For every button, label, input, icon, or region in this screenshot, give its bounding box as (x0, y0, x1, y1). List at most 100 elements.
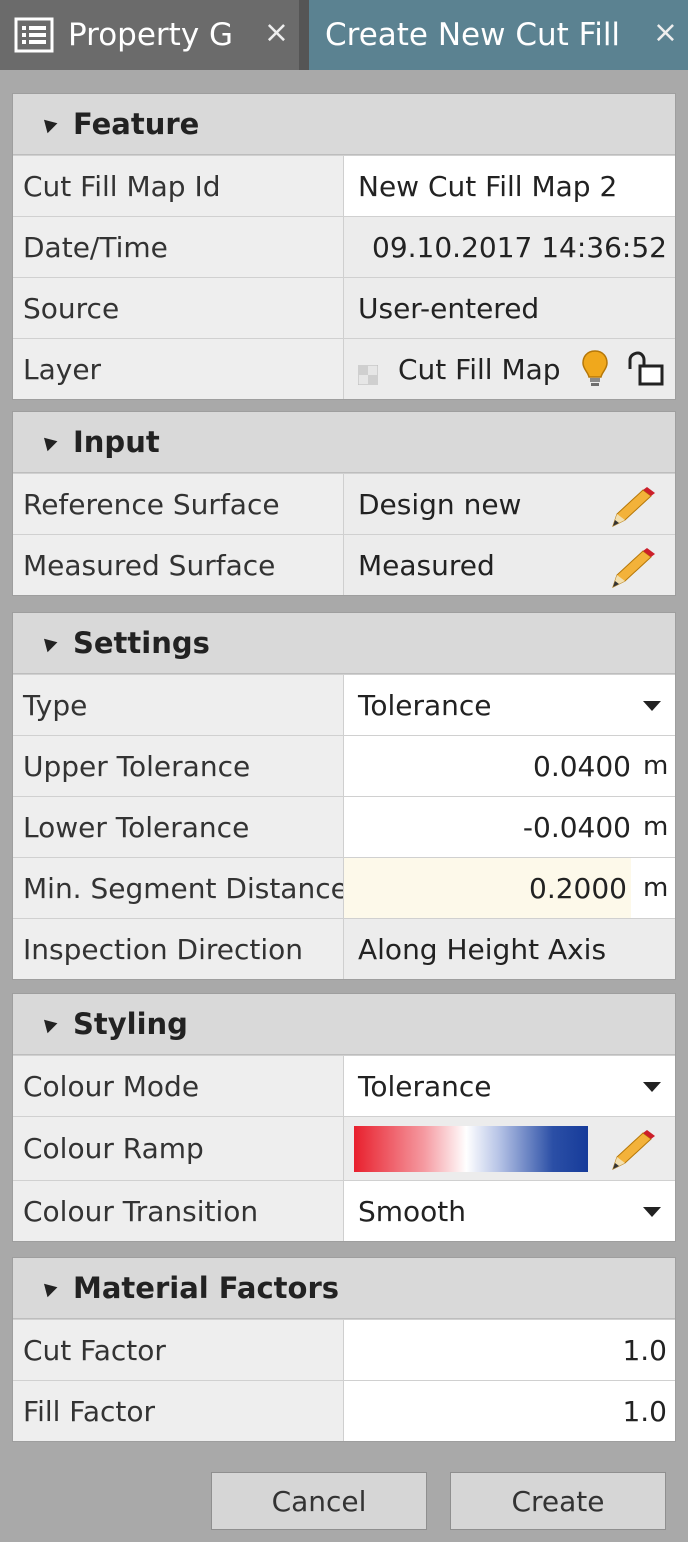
row-lower-tolerance: Lower Tolerance -0.0400 m (13, 796, 675, 857)
fill-factor-input[interactable]: 1.0 (344, 1381, 675, 1441)
list-icon (14, 17, 54, 53)
section-feature: Feature Cut Fill Map Id New Cut Fill Map… (12, 93, 676, 400)
edit-pencil-icon[interactable] (609, 1129, 657, 1171)
section-header-material-factors[interactable]: Material Factors (13, 1258, 675, 1319)
section-title: Input (73, 425, 160, 459)
lower-tolerance-input[interactable]: -0.0400 (523, 811, 631, 844)
tab-bar: Property Grid ⨯ Create New Cut Fill Map … (0, 0, 688, 70)
measured-surface-value: Measured (358, 548, 495, 582)
row-label: Type (13, 675, 344, 735)
layer-value-cell: Cut Fill Map (344, 339, 675, 399)
row-label: Source (13, 278, 344, 338)
colour-mode-selected-value: Tolerance (358, 1069, 492, 1103)
row-layer: Layer Cut Fill Map (13, 338, 675, 399)
cut-factor-input[interactable]: 1.0 (344, 1320, 675, 1380)
row-colour-mode: Colour Mode Tolerance (13, 1055, 675, 1116)
row-label: Colour Transition (13, 1181, 344, 1241)
tab-create-cut-fill-map[interactable]: Create New Cut Fill Map ⨯ (309, 0, 688, 70)
colour-transition-select[interactable]: Smooth (344, 1181, 675, 1241)
row-label: Min. Segment Distance (13, 858, 344, 918)
section-input: Input Reference Surface Design new Measu… (12, 411, 676, 596)
chevron-down-icon[interactable] (643, 1082, 661, 1092)
row-inspection-direction: Inspection Direction Along Height Axis (13, 918, 675, 979)
row-colour-transition: Colour Transition Smooth (13, 1180, 675, 1241)
chevron-down-icon[interactable] (643, 701, 661, 711)
tab-property-grid[interactable]: Property Grid ⨯ (0, 0, 299, 70)
cancel-button[interactable]: Cancel (211, 1472, 427, 1530)
section-title: Material Factors (73, 1271, 340, 1305)
section-header-settings[interactable]: Settings (13, 613, 675, 674)
row-colour-ramp: Colour Ramp (13, 1116, 675, 1180)
section-title: Styling (73, 1007, 188, 1041)
edit-pencil-icon[interactable] (609, 486, 657, 528)
collapse-triangle-icon[interactable] (39, 432, 58, 452)
row-min-segment-distance: Min. Segment Distance 0.2000 m (13, 857, 675, 918)
row-upper-tolerance: Upper Tolerance 0.0400 m (13, 735, 675, 796)
section-header-input[interactable]: Input (13, 412, 675, 473)
row-label: Date/Time (13, 217, 344, 277)
unit-label: m (643, 812, 669, 842)
tab-property-grid-label: Property Grid (68, 17, 232, 53)
type-select[interactable]: Tolerance (344, 675, 675, 735)
upper-tolerance-input[interactable]: 0.0400 (533, 750, 631, 783)
measured-surface-cell: Measured (344, 535, 675, 595)
lightbulb-icon[interactable] (581, 349, 609, 389)
colour-ramp-swatch[interactable] (354, 1125, 588, 1172)
datetime-value: 09.10.2017 14:36:52 (344, 217, 675, 277)
row-label: Colour Mode (13, 1056, 344, 1116)
lower-tolerance-cell: -0.0400 m (344, 797, 675, 857)
row-label: Lower Tolerance (13, 797, 344, 857)
section-title: Feature (73, 107, 200, 141)
colour-transition-selected-value: Smooth (358, 1194, 467, 1228)
collapse-triangle-icon[interactable] (39, 1014, 58, 1034)
reference-surface-value: Design new (358, 487, 522, 521)
min-segment-distance-input[interactable]: 0.2000 (344, 858, 631, 918)
row-label: Fill Factor (13, 1381, 344, 1441)
collapse-triangle-icon[interactable] (39, 1278, 58, 1298)
upper-tolerance-cell: 0.0400 m (344, 736, 675, 796)
colour-ramp-cell (344, 1117, 675, 1180)
tab-create-cut-fill-map-label: Create New Cut Fill Map (325, 17, 620, 53)
row-reference-surface: Reference Surface Design new (13, 473, 675, 534)
chevron-down-icon[interactable] (643, 1207, 661, 1217)
unit-label: m (643, 873, 669, 903)
cut-fill-map-id-input[interactable]: New Cut Fill Map 2 (344, 156, 675, 216)
create-button[interactable]: Create (450, 1472, 666, 1530)
row-label: Measured Surface (13, 535, 344, 595)
section-settings: Settings Type Tolerance Upper Tolerance … (12, 612, 676, 980)
row-label: Inspection Direction (13, 919, 344, 979)
row-label: Upper Tolerance (13, 736, 344, 796)
row-label: Layer (13, 339, 344, 399)
row-label: Cut Fill Map Id (13, 156, 344, 216)
row-cut-fill-map-id: Cut Fill Map Id New Cut Fill Map 2 (13, 155, 675, 216)
row-fill-factor: Fill Factor 1.0 (13, 1380, 675, 1441)
layer-name: Cut Fill Map (398, 352, 561, 386)
colour-mode-select[interactable]: Tolerance (344, 1056, 675, 1116)
edit-pencil-icon[interactable] (609, 547, 657, 589)
row-source: Source User-entered (13, 277, 675, 338)
layer-color-swatch-icon (357, 359, 379, 386)
close-icon[interactable]: ⨯ (264, 18, 289, 48)
row-cut-factor: Cut Factor 1.0 (13, 1319, 675, 1380)
source-value: User-entered (344, 278, 675, 338)
section-material-factors: Material Factors Cut Factor 1.0 Fill Fac… (12, 1257, 676, 1442)
section-header-feature[interactable]: Feature (13, 94, 675, 155)
close-icon[interactable]: ⨯ (653, 18, 678, 48)
row-label: Colour Ramp (13, 1117, 344, 1180)
reference-surface-cell: Design new (344, 474, 675, 534)
min-segment-distance-cell: 0.2000 m (344, 858, 675, 918)
row-label: Cut Factor (13, 1320, 344, 1380)
collapse-triangle-icon[interactable] (39, 114, 58, 134)
unit-label: m (643, 751, 669, 781)
unlock-icon[interactable] (625, 351, 665, 387)
section-header-styling[interactable]: Styling (13, 994, 675, 1055)
collapse-triangle-icon[interactable] (39, 633, 58, 653)
row-datetime: Date/Time 09.10.2017 14:36:52 (13, 216, 675, 277)
row-measured-surface: Measured Surface Measured (13, 534, 675, 595)
section-styling: Styling Colour Mode Tolerance Colour Ram… (12, 993, 676, 1242)
section-title: Settings (73, 626, 210, 660)
row-type: Type Tolerance (13, 674, 675, 735)
row-label: Reference Surface (13, 474, 344, 534)
type-selected-value: Tolerance (358, 688, 492, 722)
inspection-direction-value: Along Height Axis (344, 919, 675, 979)
